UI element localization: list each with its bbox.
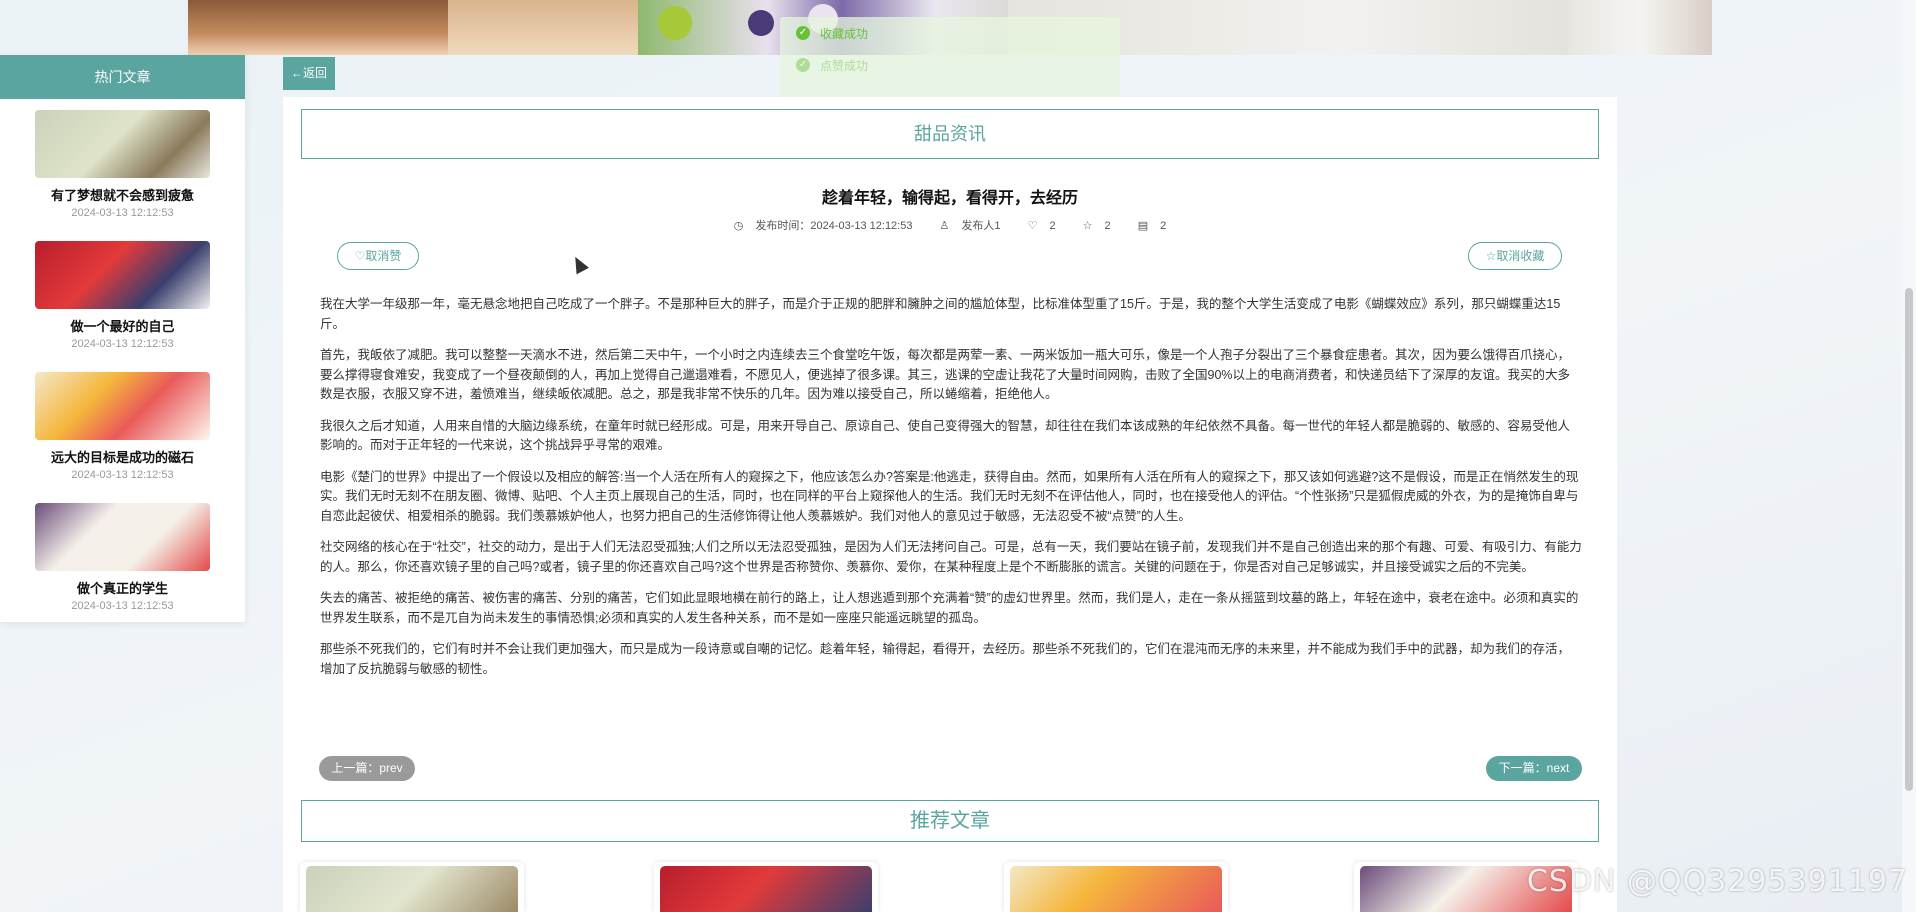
banner-segment <box>1568 0 1712 55</box>
toast-text: 收藏成功 <box>820 26 869 41</box>
recommend-card[interactable] <box>1004 862 1228 912</box>
page-scrollbar[interactable] <box>1902 0 1916 912</box>
recommend-card[interactable] <box>654 862 878 912</box>
star-icon: ☆ <box>1082 220 1093 232</box>
article-thumbnail[interactable] <box>35 503 210 571</box>
toast-like: ✓ 点赞成功 <box>780 49 1120 81</box>
favorites-text: 2 <box>1104 220 1111 232</box>
check-circle-icon: ✓ <box>796 26 810 40</box>
publish-time-text: 发布时间：2024-03-13 12:12:53 <box>755 220 913 232</box>
thumb-up-icon: ♡ <box>1027 220 1038 232</box>
article-paragraph: 社交网络的核心在于“社交”，社交的动力，是出于人们无法忍受孤独;人们之所以无法忍… <box>320 540 1582 574</box>
recommend-thumbnail[interactable] <box>306 866 518 912</box>
toast-notices: ✓ 收藏成功 ✓ 点赞成功 <box>780 17 1120 99</box>
favorites-count: ☆ 2 <box>1077 220 1117 232</box>
banner-fruit <box>748 10 774 36</box>
unfavorite-button[interactable]: ☆取消收藏 <box>1468 242 1562 270</box>
user-icon: ♙ <box>939 220 950 232</box>
banner-fruit <box>658 6 692 40</box>
likes-text: 2 <box>1049 220 1056 232</box>
article-paragraph: 那些杀不死我们的，它们有时并不会让我们更加强大，而只是成为一段诗意或自嘲的记忆。… <box>320 642 1571 676</box>
unlike-button[interactable]: ♡取消赞 <box>337 242 419 270</box>
watermark: CSDN @QQ3295391197 <box>1526 864 1908 899</box>
article-meta: ◷ 发布时间：2024-03-13 12:12:53 ♙ 发布人1 ♡ 2 ☆ 2 ▤ 2 <box>283 217 1617 233</box>
comments-count: ▤ 2 <box>1132 220 1173 232</box>
next-article-button[interactable]: 下一篇：next <box>1486 756 1582 781</box>
sidebar-heading: 热门文章 <box>0 55 245 99</box>
toast-favorite: ✓ 收藏成功 <box>780 17 1120 49</box>
recommend-thumbnail[interactable] <box>1010 866 1222 912</box>
article-title: 趁着年轻，输得起，看得开，去经历 <box>821 190 1078 207</box>
author-text: 发布人1 <box>961 220 1001 232</box>
article-body: 我在大学一年级那一年，毫无悬念地把自己吃成了一个胖子。不是那种巨大的胖子，而是介… <box>320 295 1582 691</box>
article-thumbnail[interactable] <box>35 241 210 309</box>
article-panel: 甜品资讯 趁着年轻，输得起，看得开，去经历 ◷ 发布时间：2024-03-13 1… <box>283 97 1617 912</box>
banner-segment <box>188 0 448 55</box>
article-paragraph: 首先，我皈依了减肥。我可以整整一天滴水不进，然后第二天中午，一个小时之内连续去三… <box>320 348 1571 401</box>
comment-icon: ▤ <box>1137 220 1149 232</box>
article-thumbnail[interactable] <box>35 110 210 178</box>
check-circle-icon: ✓ <box>796 58 810 72</box>
hot-article-title[interactable]: 远大的目标是成功的磁石 <box>0 447 245 466</box>
hot-article-item[interactable]: 远大的目标是成功的磁石 2024-03-13 12:12:53 <box>0 372 245 492</box>
likes-count: ♡ 2 <box>1022 220 1062 232</box>
hot-articles-sidebar: 热门文章 有了梦想就不会感到疲惫 2024-03-13 12:12:53 做一个… <box>0 55 245 622</box>
hot-article-item[interactable]: 做个真正的学生 2024-03-13 12:12:53 <box>0 503 245 623</box>
prev-article-button[interactable]: 上一篇：prev <box>319 756 415 781</box>
article-thumbnail[interactable] <box>35 372 210 440</box>
author: ♙ 发布人1 <box>934 220 1007 232</box>
hot-article-title[interactable]: 做个真正的学生 <box>0 578 245 597</box>
recommend-thumbnail[interactable] <box>660 866 872 912</box>
publish-time: ◷ 发布时间：2024-03-13 12:12:53 <box>728 220 919 232</box>
back-button[interactable]: ←返回 <box>283 57 335 90</box>
hot-article-time: 2024-03-13 12:12:53 <box>71 469 174 481</box>
hot-article-time: 2024-03-13 12:12:53 <box>71 600 174 612</box>
hot-article-item[interactable]: 有了梦想就不会感到疲惫 2024-03-13 12:12:53 <box>0 110 245 230</box>
section-title: 甜品资讯 <box>301 109 1599 159</box>
clock-icon: ◷ <box>733 220 744 232</box>
banner-segment <box>448 0 638 55</box>
hot-article-title[interactable]: 做一个最好的自己 <box>0 316 245 335</box>
toast-text: 点赞成功 <box>820 58 869 73</box>
article-paragraph: 失去的痛苦、被拒绝的痛苦、被伤害的痛苦、分别的痛苦，它们如此显眼地横在前行的路上… <box>320 591 1579 625</box>
hot-article-item[interactable]: 做一个最好的自己 2024-03-13 12:12:53 <box>0 241 245 361</box>
comments-text: 2 <box>1160 220 1167 232</box>
scrollbar-thumb[interactable] <box>1905 288 1913 791</box>
article-paragraph: 我很久之后才知道，人用来自惜的大脑边缘系统，在童年时就已经形成。可是，用来开导自… <box>320 418 1571 453</box>
article-paragraph: 我在大学一年级那一年，毫无悬念地把自己吃成了一个胖子。不是那种巨大的胖子，而是介… <box>320 297 1561 331</box>
hot-article-time: 2024-03-13 12:12:53 <box>71 207 174 219</box>
recommend-card[interactable] <box>300 862 524 912</box>
hot-article-title[interactable]: 有了梦想就不会感到疲惫 <box>0 185 245 204</box>
article-paragraph: 电影《楚门的世界》中提出了一个假设以及相应的解答:当一个人活在所有人的窥探之下，… <box>320 469 1579 523</box>
recommend-section-title: 推荐文章 <box>301 800 1599 842</box>
hot-article-time: 2024-03-13 12:12:53 <box>71 338 174 350</box>
